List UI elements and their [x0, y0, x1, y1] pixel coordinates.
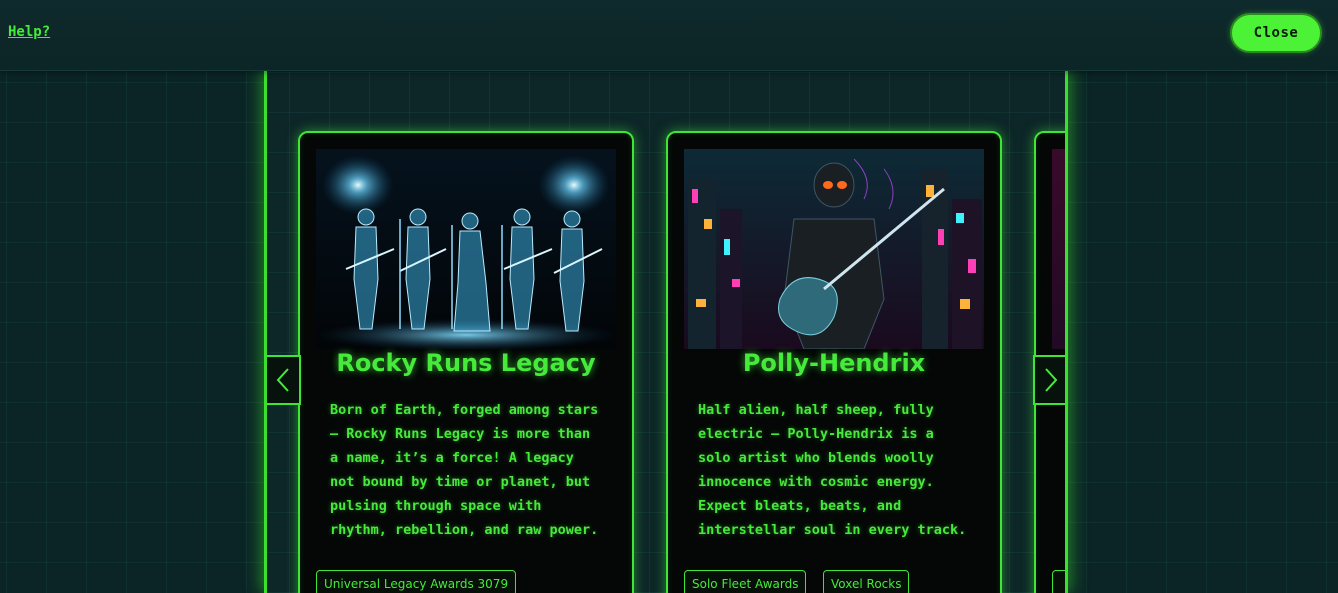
award-tag[interactable] [1052, 570, 1065, 593]
help-link[interactable]: Help? [8, 24, 50, 40]
award-tag[interactable]: Universal Legacy Awards 3079 [316, 570, 517, 593]
artist-card[interactable]: Rocky Runs Legacy Born of Earth, forged … [298, 131, 634, 593]
artist-carousel: Rocky Runs Legacy Born of Earth, forged … [264, 70, 1068, 593]
card-description: Half alien, half sheep, fully electric —… [698, 402, 967, 538]
award-tag[interactable]: Voxel Rocks [823, 570, 910, 593]
next-slide-button[interactable] [1033, 355, 1065, 405]
artist-card[interactable]: Polly-Hendrix Half alien, half sheep, fu… [666, 131, 1002, 593]
card-description: Born of Earth, forged among stars — Rock… [330, 402, 599, 538]
prev-slide-button[interactable] [267, 355, 301, 405]
cyber-guitarist-image [684, 149, 984, 349]
chevron-right-icon [1045, 368, 1058, 392]
artist-illustration [1052, 149, 1065, 349]
card-title: Rocky Runs Legacy [336, 349, 596, 377]
award-tag[interactable]: Solo Fleet Awards [684, 570, 807, 593]
holographic-band-image [316, 149, 616, 349]
artist-image [1052, 149, 1065, 349]
top-bar: Help? Close [0, 0, 1338, 71]
card-title: Polly-Hendrix [742, 349, 926, 377]
app-page: Help? Close Rocky Runs Legacy Born of Ea… [0, 0, 1338, 593]
guitarist-illustration [684, 149, 984, 349]
chevron-left-icon [276, 368, 289, 392]
close-button[interactable]: Close [1230, 13, 1322, 53]
band-illustration [316, 149, 616, 349]
